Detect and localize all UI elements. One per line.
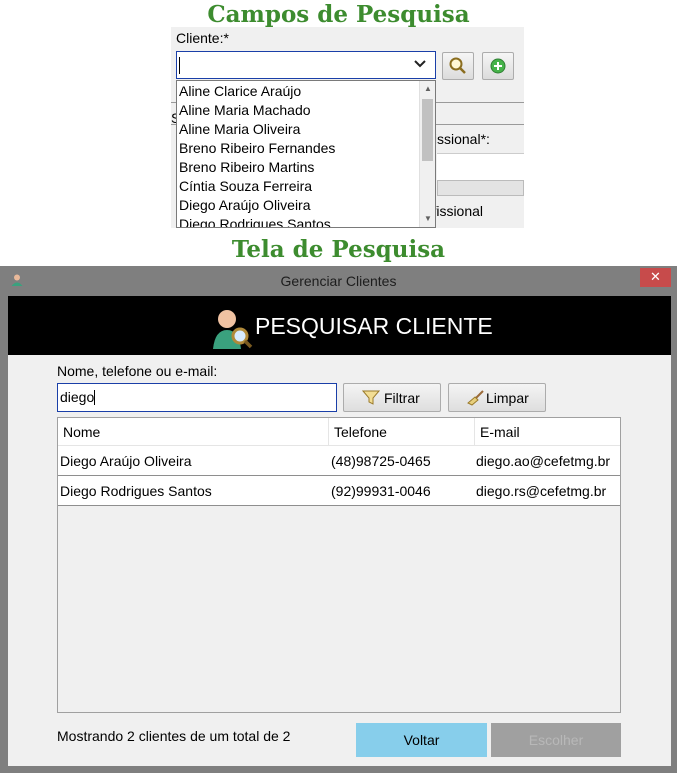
cliente-label: Cliente:* [176, 30, 229, 46]
scroll-down-icon[interactable]: ▼ [420, 211, 435, 227]
list-item[interactable]: Breno Ribeiro Martins [179, 158, 314, 177]
magnifier-icon [449, 57, 466, 74]
cliente-combo[interactable] [176, 51, 436, 79]
cell-telefone: (48)98725-0465 [331, 453, 431, 469]
scroll-up-icon[interactable]: ▲ [420, 81, 435, 97]
filter-button[interactable]: Filtrar [343, 383, 441, 412]
page-title: PESQUISAR CLIENTE [255, 313, 493, 339]
column-header-telefone[interactable]: Telefone [328, 418, 474, 446]
filter-button-label: Filtrar [384, 390, 420, 406]
list-item[interactable]: Breno Ribeiro Fernandes [179, 139, 335, 158]
list-item[interactable]: Aline Maria Oliveira [179, 120, 300, 139]
profissional-label: fissional*: [430, 131, 490, 147]
cell-email: diego.ao@cefetmg.br [476, 453, 611, 469]
list-item[interactable]: Aline Clarice Araújo [179, 82, 301, 101]
list-item[interactable]: Diego Rodrigues Santos [179, 215, 331, 227]
title-bar[interactable]: Gerenciar Clientes ✕ [0, 266, 677, 296]
cell-email: diego.rs@cefetmg.br [476, 483, 607, 499]
clients-table[interactable]: Nome Telefone E-mail Diego Araújo Olivei… [57, 417, 621, 713]
filter-label: Nome, telefone ou e-mail: [57, 363, 218, 379]
clear-button-label: Limpar [486, 390, 529, 406]
page-banner: PESQUISAR CLIENTE [8, 296, 671, 355]
text-caret [179, 57, 180, 74]
column-header-email[interactable]: E-mail [474, 418, 620, 446]
clear-button[interactable]: Limpar [448, 383, 546, 412]
back-button[interactable]: Voltar [356, 723, 487, 757]
search-client-button[interactable] [442, 52, 474, 80]
cliente-dropdown-list[interactable]: Aline Clarice Araújo Aline Maria Machado… [176, 80, 436, 228]
choose-button: Escolher [491, 723, 621, 757]
status-text: Mostrando 2 clientes de um total de 2 [57, 728, 291, 744]
plus-circle-icon [490, 58, 506, 74]
table-header: Nome Telefone E-mail [58, 418, 620, 446]
cell-telefone: (92)99931-0046 [331, 483, 431, 499]
cell-nome: Diego Rodrigues Santos [60, 483, 212, 499]
add-client-button[interactable] [482, 52, 514, 80]
user-search-icon [213, 310, 253, 349]
cell-nome: Diego Araújo Oliveira [60, 453, 192, 469]
table-row[interactable]: Diego Rodrigues Santos (92)99931-0046 di… [58, 476, 620, 506]
heading-campos-de-pesquisa: Campos de Pesquisa [207, 1, 470, 28]
funnel-icon [362, 390, 380, 405]
profissional-subfield [437, 180, 524, 196]
search-input-value: diego [60, 389, 95, 405]
table-row[interactable]: Diego Araújo Oliveira (48)98725-0465 die… [58, 446, 620, 476]
column-header-nome[interactable]: Nome [58, 418, 328, 446]
list-item[interactable]: Aline Maria Machado [179, 101, 311, 120]
broom-icon [467, 390, 484, 406]
heading-tela-de-pesquisa: Tela de Pesquisa [231, 236, 446, 263]
close-button[interactable]: ✕ [640, 268, 671, 287]
gerenciar-clientes-window: Gerenciar Clientes ✕ PESQUISAR CLIENTE N… [0, 266, 677, 773]
list-item[interactable]: Cíntia Souza Ferreira [179, 177, 312, 196]
scrollbar-thumb[interactable] [422, 99, 433, 161]
profissional-field[interactable] [437, 153, 524, 181]
window-content: PESQUISAR CLIENTE Nome, telefone ou e-ma… [8, 296, 671, 766]
window-title: Gerenciar Clientes [280, 273, 397, 289]
dropdown-scrollbar[interactable]: ▲ ▼ [419, 81, 435, 227]
chevron-down-icon[interactable] [413, 57, 427, 71]
list-item[interactable]: Diego Araújo Oliveira [179, 196, 311, 215]
text-caret [94, 390, 96, 405]
search-input[interactable]: diego [57, 383, 337, 412]
